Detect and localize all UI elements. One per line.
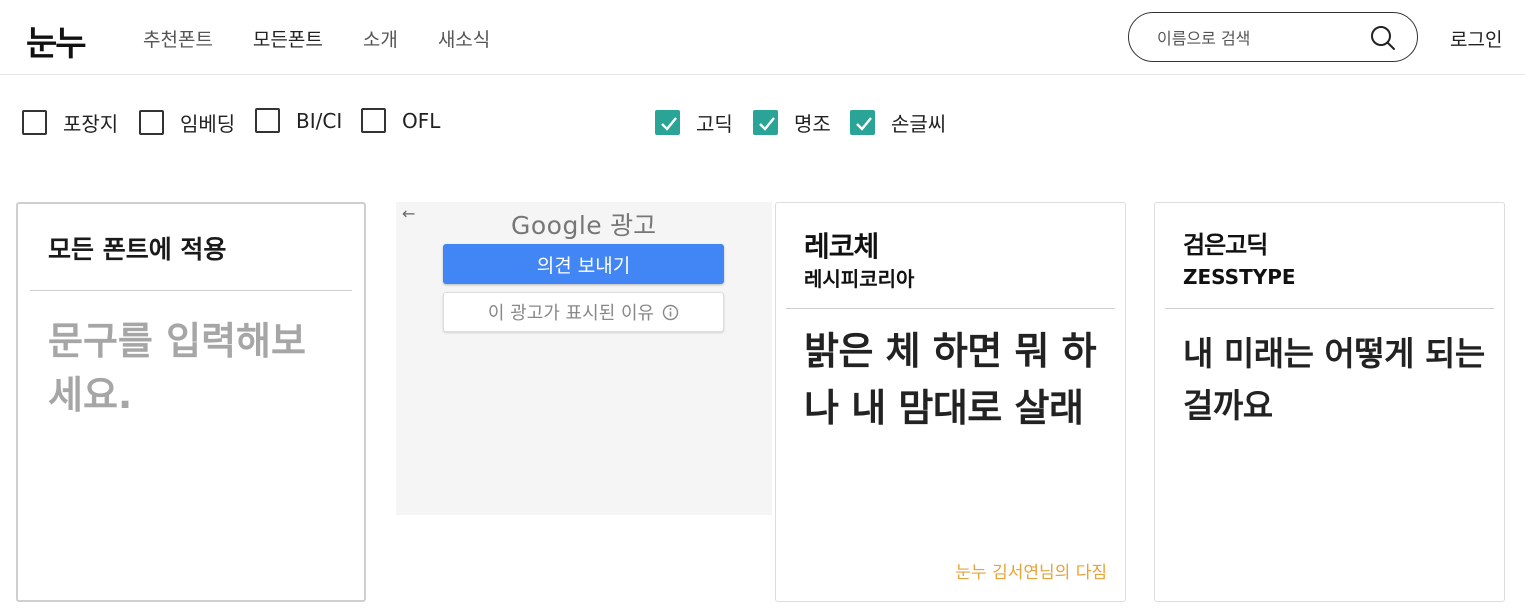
font-card[interactable]: 레코체 레시피코리아 밝은 체 하면 뭐 하나 내 맘대로 살래 눈누 김서연님… [775,202,1126,602]
filter-label: 명조 [794,112,831,136]
google-ad-label: Google 광고 [511,206,656,242]
font-name[interactable]: 레코체 [804,225,879,265]
font-card[interactable]: 검은고딕 ZESSTYPE 내 미래는 어떻게 되는 걸까요 [1154,202,1505,602]
send-feedback-button[interactable]: 의견 보내기 [443,244,724,284]
font-preview-text: 밝은 체 하면 뭐 하나 내 맘대로 살래 [804,329,1097,430]
check-icon [661,117,677,131]
nav-item-recommended[interactable]: 추천폰트 [143,25,213,52]
checkbox-myeongjo[interactable] [753,110,778,135]
filter-gothic[interactable]: 고딕 [655,108,733,137]
checkbox-gothic[interactable] [655,110,680,135]
filter-label: 포장지 [63,112,119,136]
info-icon [662,304,679,320]
login-link[interactable]: 로그인 [1450,25,1502,52]
main-nav: 추천폰트 모든폰트 소개 새소식 [143,25,530,52]
filter-embedding[interactable]: 임베딩 [139,108,235,137]
why-this-ad-button[interactable]: 이 광고가 표시된 이유 [443,292,724,332]
google-logo: Google [511,211,603,240]
divider [1165,308,1494,309]
checkbox-wrapping[interactable] [22,110,47,135]
search-icon[interactable] [1369,24,1397,52]
filter-ofl[interactable]: OFL [361,108,440,133]
preview-credit-link[interactable]: 눈누 김서연님의 다짐 [955,558,1107,583]
divider [30,290,352,291]
top-header: 눈누 추천폰트 모든폰트 소개 새소식 로그인 [0,0,1525,75]
filter-label: 고딕 [696,112,733,136]
check-icon [759,117,775,131]
google-ad: ← Google 광고 의견 보내기 이 광고가 표시된 이유 [396,202,772,515]
nav-item-all-fonts[interactable]: 모든폰트 [253,25,323,52]
check-icon [856,117,872,131]
preview-text-input[interactable]: 문구를 입력해보세요. [48,314,338,422]
why-this-ad-label: 이 광고가 표시된 이유 [487,303,655,324]
filter-handwriting[interactable]: 손글씨 [850,108,946,137]
filter-bar: 포장지 임베딩 BI/CI OFL 고딕 명조 손글씨 [0,108,1525,140]
filter-label: OFL [402,108,441,133]
nav-item-about[interactable]: 소개 [363,25,398,52]
checkbox-handwriting[interactable] [850,110,875,135]
filter-label: 손글씨 [891,112,947,136]
font-name[interactable]: 검은고딕 [1183,225,1268,260]
filter-myeongjo[interactable]: 명조 [753,108,831,137]
divider [786,308,1115,309]
checkbox-ofl[interactable] [361,108,386,133]
nav-item-news[interactable]: 새소식 [438,25,490,52]
search-box [1128,12,1418,62]
checkbox-embedding[interactable] [139,110,164,135]
site-logo[interactable]: 눈누 [26,16,87,65]
filter-bici[interactable]: BI/CI [255,108,342,133]
ad-label: 광고 [610,211,657,240]
font-maker[interactable]: ZESSTYPE [1183,265,1296,289]
filter-label: BI/CI [296,108,343,133]
filter-label: 임베딩 [180,112,236,136]
filter-wrapping[interactable]: 포장지 [22,108,118,137]
apply-all-title: 모든 폰트에 적용 [48,235,227,264]
font-preview-text: 내 미래는 어떻게 되는 걸까요 [1183,334,1485,425]
search-input[interactable] [1157,25,1357,51]
back-arrow-icon[interactable]: ← [402,204,415,223]
apply-all-card[interactable]: 모든 폰트에 적용 문구를 입력해보세요. [16,202,366,602]
font-maker[interactable]: 레시피코리아 [804,263,914,292]
checkbox-bici[interactable] [255,108,280,133]
